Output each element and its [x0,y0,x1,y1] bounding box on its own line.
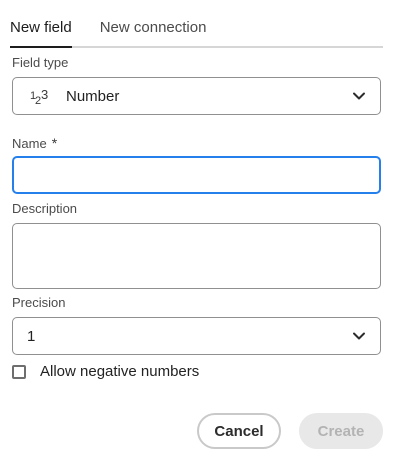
chevron-down-icon [352,89,366,103]
field-type-label: Field type [12,55,69,70]
name-label-text: Name [12,136,47,151]
allow-negative-label: Allow negative numbers [40,363,200,380]
tab-new-connection[interactable]: New connection [100,12,207,46]
description-textarea[interactable] [12,223,381,289]
precision-label: Precision [12,295,66,310]
required-indicator: * [51,135,58,151]
name-label: Name * [12,135,57,151]
precision-value: 1 [27,327,36,345]
new-field-panel: New field New connection Field type 1 2 … [0,0,408,468]
chevron-down-icon [352,329,366,343]
description-label: Description [12,201,78,216]
create-button[interactable]: Create [299,413,383,449]
precision-select[interactable]: 1 [12,317,381,355]
tab-new-field[interactable]: New field [10,12,72,48]
svg-text:3: 3 [41,87,48,102]
allow-negative-row[interactable]: Allow negative numbers [12,363,199,380]
name-input[interactable] [12,156,381,194]
allow-negative-checkbox[interactable] [12,364,26,379]
field-type-select[interactable]: 1 2 3 Number [12,77,381,115]
number-type-icon: 1 2 3 [28,84,52,108]
field-type-value: Number [66,87,120,105]
cancel-button[interactable]: Cancel [197,413,281,449]
tab-bar: New field New connection [10,12,383,48]
